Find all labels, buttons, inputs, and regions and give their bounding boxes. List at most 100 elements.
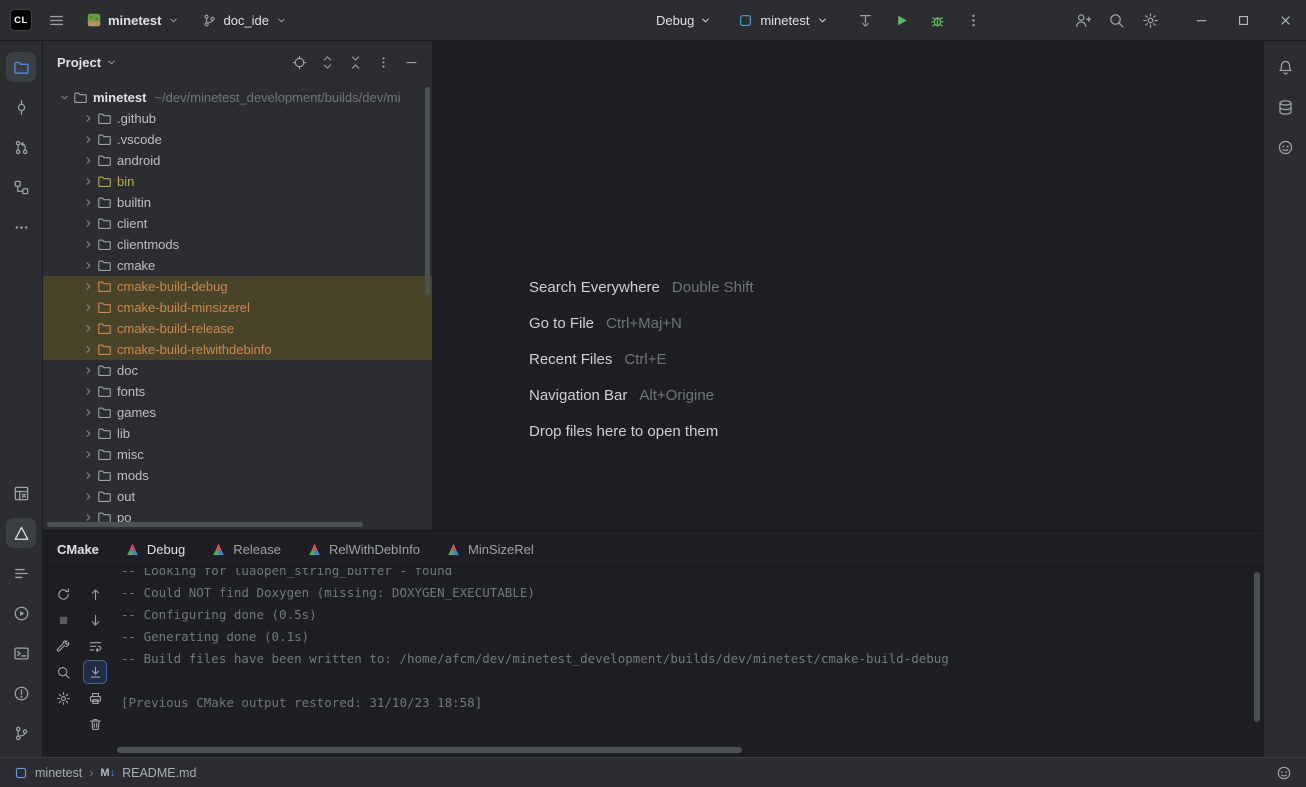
- ai-assistant-tool-button[interactable]: [1270, 132, 1300, 162]
- spreadsheet-tool-button[interactable]: [6, 478, 36, 508]
- print-button[interactable]: [83, 686, 107, 710]
- editor-area[interactable]: Search EverywhereDouble ShiftGo to FileC…: [433, 41, 1263, 530]
- ai-assistant-status-button[interactable]: [1276, 765, 1292, 781]
- expand-toggle[interactable]: [55, 90, 73, 106]
- console-horizontal-scrollbar[interactable]: [117, 747, 742, 753]
- expand-toggle[interactable]: [79, 426, 97, 442]
- tree-item-games[interactable]: games: [43, 402, 432, 423]
- prev-message-button[interactable]: [83, 582, 107, 606]
- console-vertical-scrollbar[interactable]: [1254, 572, 1260, 722]
- clear-all-button[interactable]: [83, 712, 107, 736]
- run-configuration-selector[interactable]: minetest: [738, 13, 829, 28]
- tree-item-client[interactable]: client: [43, 213, 432, 234]
- tree-item-.github[interactable]: .github: [43, 108, 432, 129]
- structure-tool-button[interactable]: [6, 172, 36, 202]
- commit-tool-button[interactable]: [6, 92, 36, 122]
- more-run-actions-button[interactable]: [959, 6, 987, 34]
- select-opened-file-button[interactable]: [286, 49, 312, 75]
- expand-toggle[interactable]: [79, 384, 97, 400]
- expand-all-button[interactable]: [314, 49, 340, 75]
- tree-root-minetest[interactable]: minetest~/dev/minetest_development/build…: [43, 87, 432, 108]
- tree-item-misc[interactable]: misc: [43, 444, 432, 465]
- reload-cmake-button[interactable]: [51, 582, 75, 606]
- tree-item-cmake-build-minsizerel[interactable]: cmake-build-minsizerel: [43, 297, 432, 318]
- more-actions-button[interactable]: [370, 49, 396, 75]
- scroll-to-end-button[interactable]: [83, 660, 107, 684]
- expand-toggle[interactable]: [79, 300, 97, 316]
- tree-item-cmake-build-release[interactable]: cmake-build-release: [43, 318, 432, 339]
- expand-toggle[interactable]: [79, 174, 97, 190]
- build-type-selector[interactable]: Debug: [656, 13, 712, 28]
- expand-toggle[interactable]: [79, 447, 97, 463]
- todo-tool-button[interactable]: [6, 558, 36, 588]
- collapse-all-button[interactable]: [342, 49, 368, 75]
- soft-wrap-button[interactable]: [83, 634, 107, 658]
- minimize-button[interactable]: [1180, 0, 1222, 40]
- cmake-tab-Release[interactable]: Release: [211, 531, 281, 567]
- find-in-output-button[interactable]: [51, 660, 75, 684]
- maximize-button[interactable]: [1222, 0, 1264, 40]
- tree-item-.vscode[interactable]: .vscode: [43, 129, 432, 150]
- next-message-button[interactable]: [83, 608, 107, 632]
- cmake-tab-Debug[interactable]: Debug: [125, 531, 185, 567]
- expand-toggle[interactable]: [79, 363, 97, 379]
- tree-item-clientmods[interactable]: clientmods: [43, 234, 432, 255]
- terminal-tool-button[interactable]: [6, 638, 36, 668]
- tree-item-builtin[interactable]: builtin: [43, 192, 432, 213]
- tree-item-android[interactable]: android: [43, 150, 432, 171]
- hide-panel-button[interactable]: [398, 49, 424, 75]
- stop-button[interactable]: [51, 608, 75, 632]
- expand-toggle[interactable]: [79, 489, 97, 505]
- database-tool-button[interactable]: [1270, 92, 1300, 122]
- run-tool-button[interactable]: [6, 598, 36, 628]
- tree-item-lib[interactable]: lib: [43, 423, 432, 444]
- expand-toggle[interactable]: [79, 468, 97, 484]
- profiler-button[interactable]: [851, 6, 879, 34]
- project-panel-title[interactable]: Project: [57, 55, 118, 70]
- statusbar-project[interactable]: minetest: [35, 766, 82, 780]
- tree-item-cmake-build-relwithdebinfo[interactable]: cmake-build-relwithdebinfo: [43, 339, 432, 360]
- debug-button[interactable]: [923, 6, 951, 34]
- expand-toggle[interactable]: [79, 111, 97, 127]
- project-widget[interactable]: minetest: [80, 8, 186, 32]
- expand-toggle[interactable]: [79, 153, 97, 169]
- vcs-branch-widget[interactable]: doc_ide: [196, 9, 294, 32]
- expand-toggle[interactable]: [79, 132, 97, 148]
- tree-item-mods[interactable]: mods: [43, 465, 432, 486]
- statusbar-file[interactable]: README.md: [122, 766, 196, 780]
- expand-toggle[interactable]: [79, 342, 97, 358]
- tree-item-out[interactable]: out: [43, 486, 432, 507]
- tree-item-cmake[interactable]: cmake: [43, 255, 432, 276]
- problems-tool-button[interactable]: [6, 678, 36, 708]
- tree-item-doc[interactable]: doc: [43, 360, 432, 381]
- search-everywhere-button[interactable]: [1102, 6, 1130, 34]
- project-horizontal-scrollbar[interactable]: [47, 522, 363, 527]
- project-vertical-scrollbar[interactable]: [425, 87, 430, 295]
- expand-toggle[interactable]: [79, 279, 97, 295]
- main-menu-button[interactable]: [42, 6, 70, 34]
- run-button[interactable]: [887, 6, 915, 34]
- cmake-console[interactable]: -- Looking for luaopen_string_buffer - f…: [107, 568, 1263, 757]
- console-settings-button[interactable]: [51, 686, 75, 710]
- cmake-tab-RelWithDebInfo[interactable]: RelWithDebInfo: [307, 531, 420, 567]
- expand-toggle[interactable]: [79, 195, 97, 211]
- code-with-me-button[interactable]: [1068, 6, 1096, 34]
- cmake-settings-button[interactable]: [51, 634, 75, 658]
- tree-item-cmake-build-debug[interactable]: cmake-build-debug: [43, 276, 432, 297]
- more-tool-windows-button[interactable]: [6, 212, 36, 242]
- expand-toggle[interactable]: [79, 216, 97, 232]
- close-button[interactable]: [1264, 0, 1306, 40]
- settings-button[interactable]: [1136, 6, 1164, 34]
- expand-toggle[interactable]: [79, 258, 97, 274]
- version-control-tool-button[interactable]: [6, 718, 36, 748]
- notifications-button[interactable]: [1270, 52, 1300, 82]
- expand-toggle[interactable]: [79, 237, 97, 253]
- project-tool-button[interactable]: [6, 52, 36, 82]
- cmake-tab-MinSizeRel[interactable]: MinSizeRel: [446, 531, 534, 567]
- tree-item-bin[interactable]: bin: [43, 171, 432, 192]
- pull-requests-tool-button[interactable]: [6, 132, 36, 162]
- expand-toggle[interactable]: [79, 405, 97, 421]
- tree-item-fonts[interactable]: fonts: [43, 381, 432, 402]
- cmake-tool-button[interactable]: [6, 518, 36, 548]
- expand-toggle[interactable]: [79, 321, 97, 337]
